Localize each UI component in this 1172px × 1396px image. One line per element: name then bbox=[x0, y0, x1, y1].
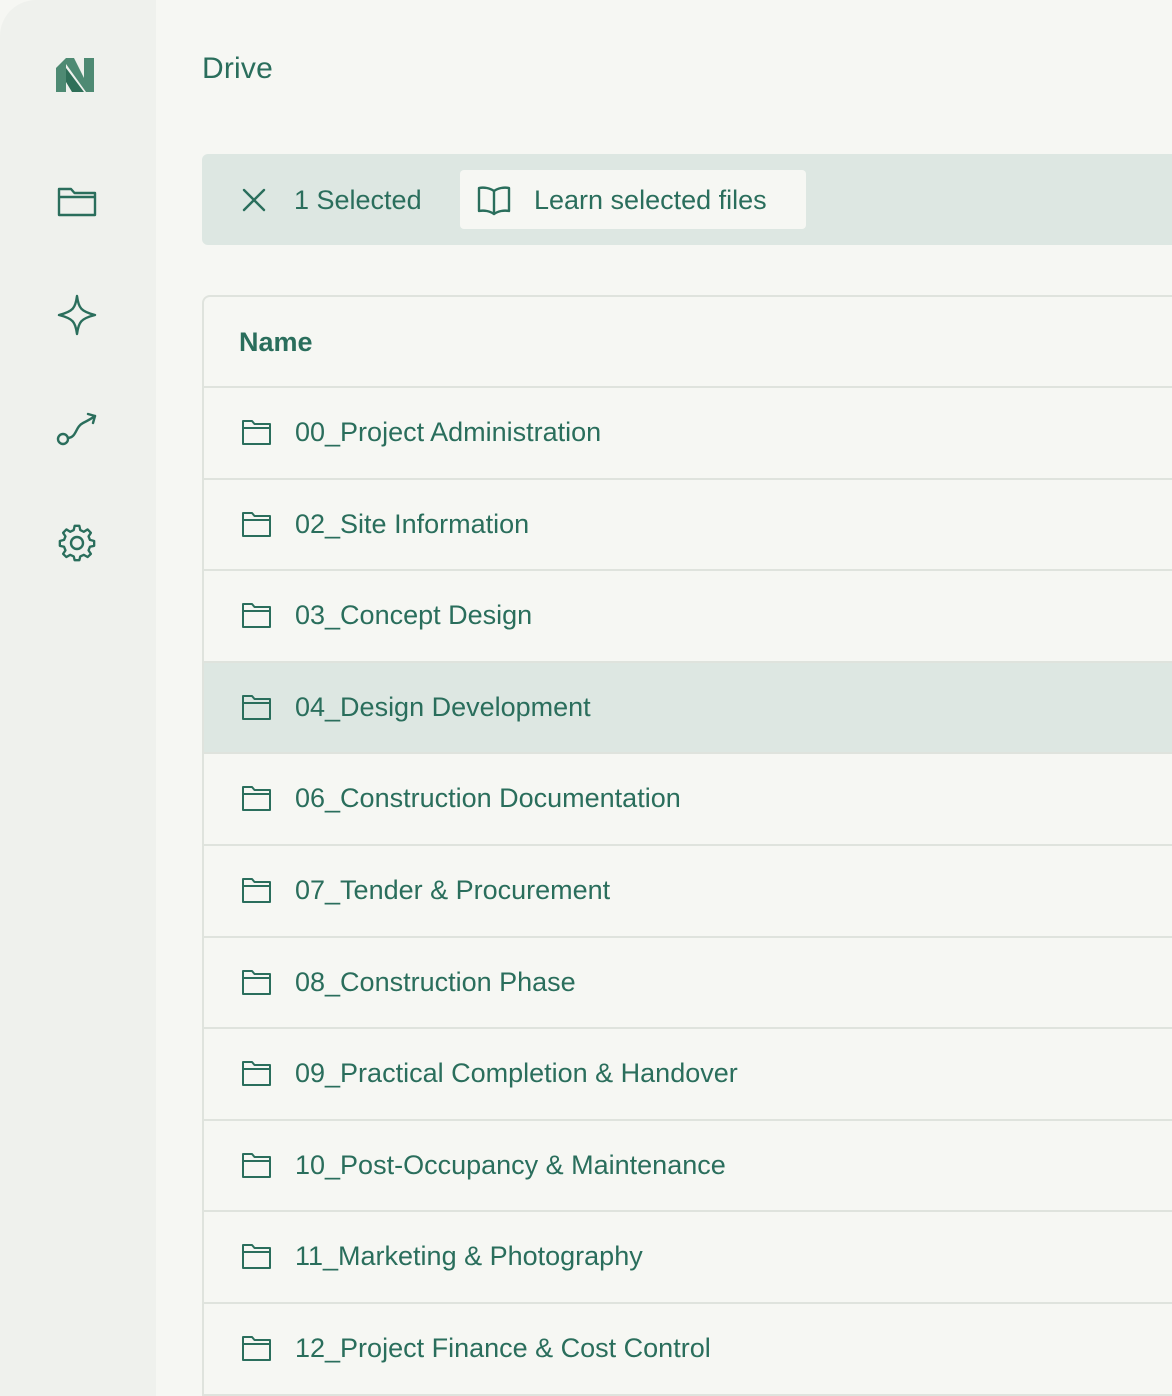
folder-icon bbox=[242, 603, 271, 629]
file-name: 12_Project Finance & Cost Control bbox=[295, 1332, 711, 1363]
table-row[interactable]: 04_Design Development bbox=[204, 662, 1172, 755]
main-content: Drive 1 Selected Learn selected files Na… bbox=[156, 0, 1172, 1396]
table-header: Name bbox=[204, 297, 1172, 388]
close-icon bbox=[242, 188, 266, 212]
table-row[interactable]: 02_Site Information bbox=[204, 480, 1172, 572]
folder-icon bbox=[242, 1152, 271, 1178]
table-row[interactable]: 06_Construction Documentation bbox=[204, 754, 1172, 846]
table-row[interactable]: 10_Post-Occupancy & Maintenance bbox=[204, 1121, 1172, 1213]
learn-selected-files-button[interactable]: Learn selected files bbox=[460, 170, 806, 229]
sparkle-icon bbox=[57, 294, 97, 336]
route-icon bbox=[56, 412, 97, 446]
file-name: 02_Site Information bbox=[295, 508, 530, 539]
book-open-icon bbox=[477, 186, 511, 216]
logo-icon bbox=[56, 58, 94, 92]
table-row[interactable]: 09_Practical Completion & Handover bbox=[204, 1029, 1172, 1121]
folder-icon bbox=[57, 187, 97, 217]
file-table: Name 00_Project Administration 02_Site I… bbox=[202, 295, 1172, 1396]
folder-icon bbox=[242, 694, 271, 720]
table-body: 00_Project Administration 02_Site Inform… bbox=[204, 388, 1172, 1396]
sidebar bbox=[0, 0, 156, 1396]
sidebar-item-settings[interactable] bbox=[55, 521, 99, 565]
folder-icon bbox=[242, 1244, 271, 1270]
folder-icon bbox=[242, 1061, 271, 1087]
sidebar-item-drive[interactable] bbox=[55, 179, 99, 223]
folder-icon bbox=[242, 511, 271, 537]
file-name: 09_Practical Completion & Handover bbox=[295, 1058, 738, 1089]
table-row[interactable]: 08_Construction Phase bbox=[204, 938, 1172, 1030]
sidebar-item-ai[interactable] bbox=[55, 293, 99, 337]
file-name: 03_Concept Design bbox=[295, 600, 533, 631]
app-logo[interactable] bbox=[54, 54, 96, 94]
gear-icon bbox=[58, 524, 96, 562]
learn-selected-files-label: Learn selected files bbox=[534, 185, 767, 215]
folder-icon bbox=[242, 420, 271, 445]
table-row[interactable]: 07_Tender & Procurement bbox=[204, 846, 1172, 938]
table-row[interactable]: 00_Project Administration bbox=[204, 388, 1172, 480]
folder-icon bbox=[242, 877, 271, 903]
file-name: 07_Tender & Procurement bbox=[295, 874, 611, 905]
table-row[interactable]: 12_Project Finance & Cost Control bbox=[204, 1304, 1172, 1396]
file-name: 08_Construction Phase bbox=[295, 966, 576, 997]
file-name: 00_Project Administration bbox=[295, 417, 602, 447]
app-window: Drive 1 Selected Learn selected files Na… bbox=[0, 0, 1172, 1396]
folder-icon bbox=[242, 1335, 271, 1361]
file-name: 04_Design Development bbox=[295, 691, 591, 722]
clear-selection-button[interactable] bbox=[238, 184, 270, 216]
file-name: 11_Marketing & Photography bbox=[295, 1241, 643, 1272]
file-name: 06_Construction Documentation bbox=[295, 783, 681, 814]
selection-bar: 1 Selected Learn selected files bbox=[202, 154, 1172, 245]
file-name: 10_Post-Occupancy & Maintenance bbox=[295, 1149, 726, 1180]
folder-icon bbox=[242, 969, 271, 995]
selected-count: 1 Selected bbox=[294, 185, 422, 215]
table-row[interactable]: 03_Concept Design bbox=[204, 571, 1172, 663]
column-header-name[interactable]: Name bbox=[239, 326, 313, 358]
folder-icon bbox=[242, 786, 271, 812]
table-row[interactable]: 11_Marketing & Photography bbox=[204, 1212, 1172, 1304]
sidebar-item-workflows[interactable] bbox=[55, 407, 99, 451]
page-title: Drive bbox=[202, 52, 274, 85]
